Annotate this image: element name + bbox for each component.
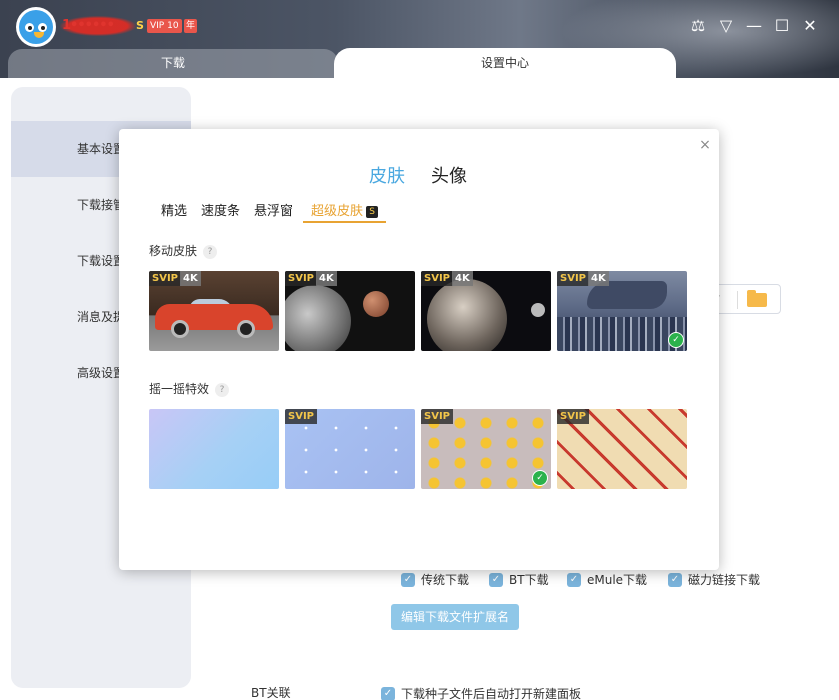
svip-tag: SVIP [285,409,317,424]
svip-tag: SVIP [149,271,181,286]
tab-featured[interactable]: 精选 [157,201,191,223]
4k-tag: 4K [180,271,201,286]
divider [737,291,738,309]
dropdown-icon[interactable]: ▽ [716,16,736,36]
svip-lightning-icon: S [136,19,144,32]
effect-thumbnail-gradient[interactable] [149,409,279,489]
checkbox-auto-open-torrent-panel[interactable]: ✓ 下载种子文件后自动打开新建面板 [381,685,581,700]
small-planet-shape [531,303,545,317]
section-title: 摇一摇特效 [149,382,210,396]
bird-avatar-icon [19,10,53,44]
skin-category-tabs: 精选 速度条 悬浮窗 超级皮肤 S [157,201,392,223]
avatar-eye-left [25,23,34,32]
4k-tag: 4K [452,271,473,286]
checkbox-label: 传统下载 [421,573,470,587]
lightning-icon: S [366,205,379,218]
checkbox-checked-icon[interactable]: ✓ [401,572,415,587]
checkbox-emule-download[interactable]: ✓ eMule下载 [567,571,647,588]
car-wheel [171,320,189,338]
checkbox-checked-icon[interactable]: ✓ [381,686,395,700]
tab-speed-bar[interactable]: 速度条 [197,201,244,223]
checkbox-magnet-download[interactable]: ✓ 磁力链接下载 [668,571,760,588]
checkbox-checked-icon[interactable]: ✓ [567,572,581,587]
checkbox-label: 磁力链接下载 [688,573,761,587]
tab-floating-window[interactable]: 悬浮窗 [250,201,297,223]
section-shake-effects: 摇一摇特效? [149,380,230,397]
annual-badge: 年 [184,19,198,33]
edit-extensions-button[interactable]: 编辑下载文件扩展名 [391,604,519,630]
avatar-eye-right [38,23,47,32]
planet-shape [363,291,389,317]
skin-thumbnail-car[interactable]: SVIP 4K [149,271,279,351]
checkbox-label: 下载种子文件后自动打开新建面板 [401,687,582,700]
city-skyline [557,317,687,351]
svip-tag: SVIP [557,409,589,424]
tshirt-icon[interactable]: ⚖ [688,16,708,36]
tab-download[interactable]: 下载 [8,49,338,78]
help-icon[interactable]: ? [215,382,230,397]
tab-settings-center[interactable]: 设置中心 [334,48,676,78]
checkbox-checked-icon[interactable]: ✓ [489,572,503,587]
4k-tag: 4K [316,271,337,286]
section-title: 移动皮肤 [149,244,198,258]
skin-thumbnail-planet[interactable]: SVIP 4K [421,271,551,351]
help-icon[interactable]: ? [203,244,218,259]
svip-tag: SVIP [421,409,453,424]
planet-shape [427,279,507,351]
svip-tag: SVIP [421,271,453,286]
username[interactable]: 1•••••• [62,18,115,33]
checkbox-checked-icon[interactable]: ✓ [668,572,682,587]
tab-super-skin[interactable]: 超级皮肤 S [303,201,387,223]
checkbox-label: BT下载 [509,573,549,587]
title-bar: 1•••••• S VIP 10 年 ⚖ ▽ — ☐ ✕ 下载 设置中心 [0,0,839,78]
section-dynamic-skins: 移动皮肤? [149,242,218,259]
close-icon[interactable]: ✕ [800,16,820,36]
folder-icon[interactable] [747,290,767,307]
effect-thumbnail-gems[interactable]: SVIP ✓ [421,409,551,489]
checkbox-traditional-download[interactable]: ✓ 传统下载 [401,571,469,588]
bt-association-label: BT关联 [251,686,291,700]
selected-check-icon: ✓ [532,470,548,486]
moon-shape [285,285,351,351]
checkbox-label: eMule下载 [587,573,648,587]
maximize-icon[interactable]: ☐ [772,16,792,36]
user-avatar[interactable] [16,7,56,47]
skin-dialog: × 皮肤 头像 精选 速度条 悬浮窗 超级皮肤 S 移动皮肤? SVIP 4K S… [119,129,719,570]
selected-check-icon: ✓ [668,332,684,348]
effect-thumbnail-firecracker[interactable]: SVIP [557,409,687,489]
close-icon[interactable]: × [697,137,713,153]
avatar-beak [34,32,44,38]
tab-skin[interactable]: 皮肤 [369,162,405,188]
checkbox-bt-download[interactable]: ✓ BT下载 [489,571,549,588]
minimize-icon[interactable]: — [744,16,764,36]
skin-thumbnail-moon[interactable]: SVIP 4K [285,271,415,351]
car-wheel [237,320,255,338]
tab-super-skin-label: 超级皮肤 [311,204,364,219]
svip-tag: SVIP [557,271,589,286]
tab-avatar[interactable]: 头像 [431,162,467,188]
svip-tag: SVIP [285,271,317,286]
vip-level-badge[interactable]: VIP 10 [147,19,182,33]
effect-thumbnail-dots[interactable]: SVIP [285,409,415,489]
skin-thumbnail-whale[interactable]: SVIP 4K ✓ [557,271,687,351]
4k-tag: 4K [588,271,609,286]
